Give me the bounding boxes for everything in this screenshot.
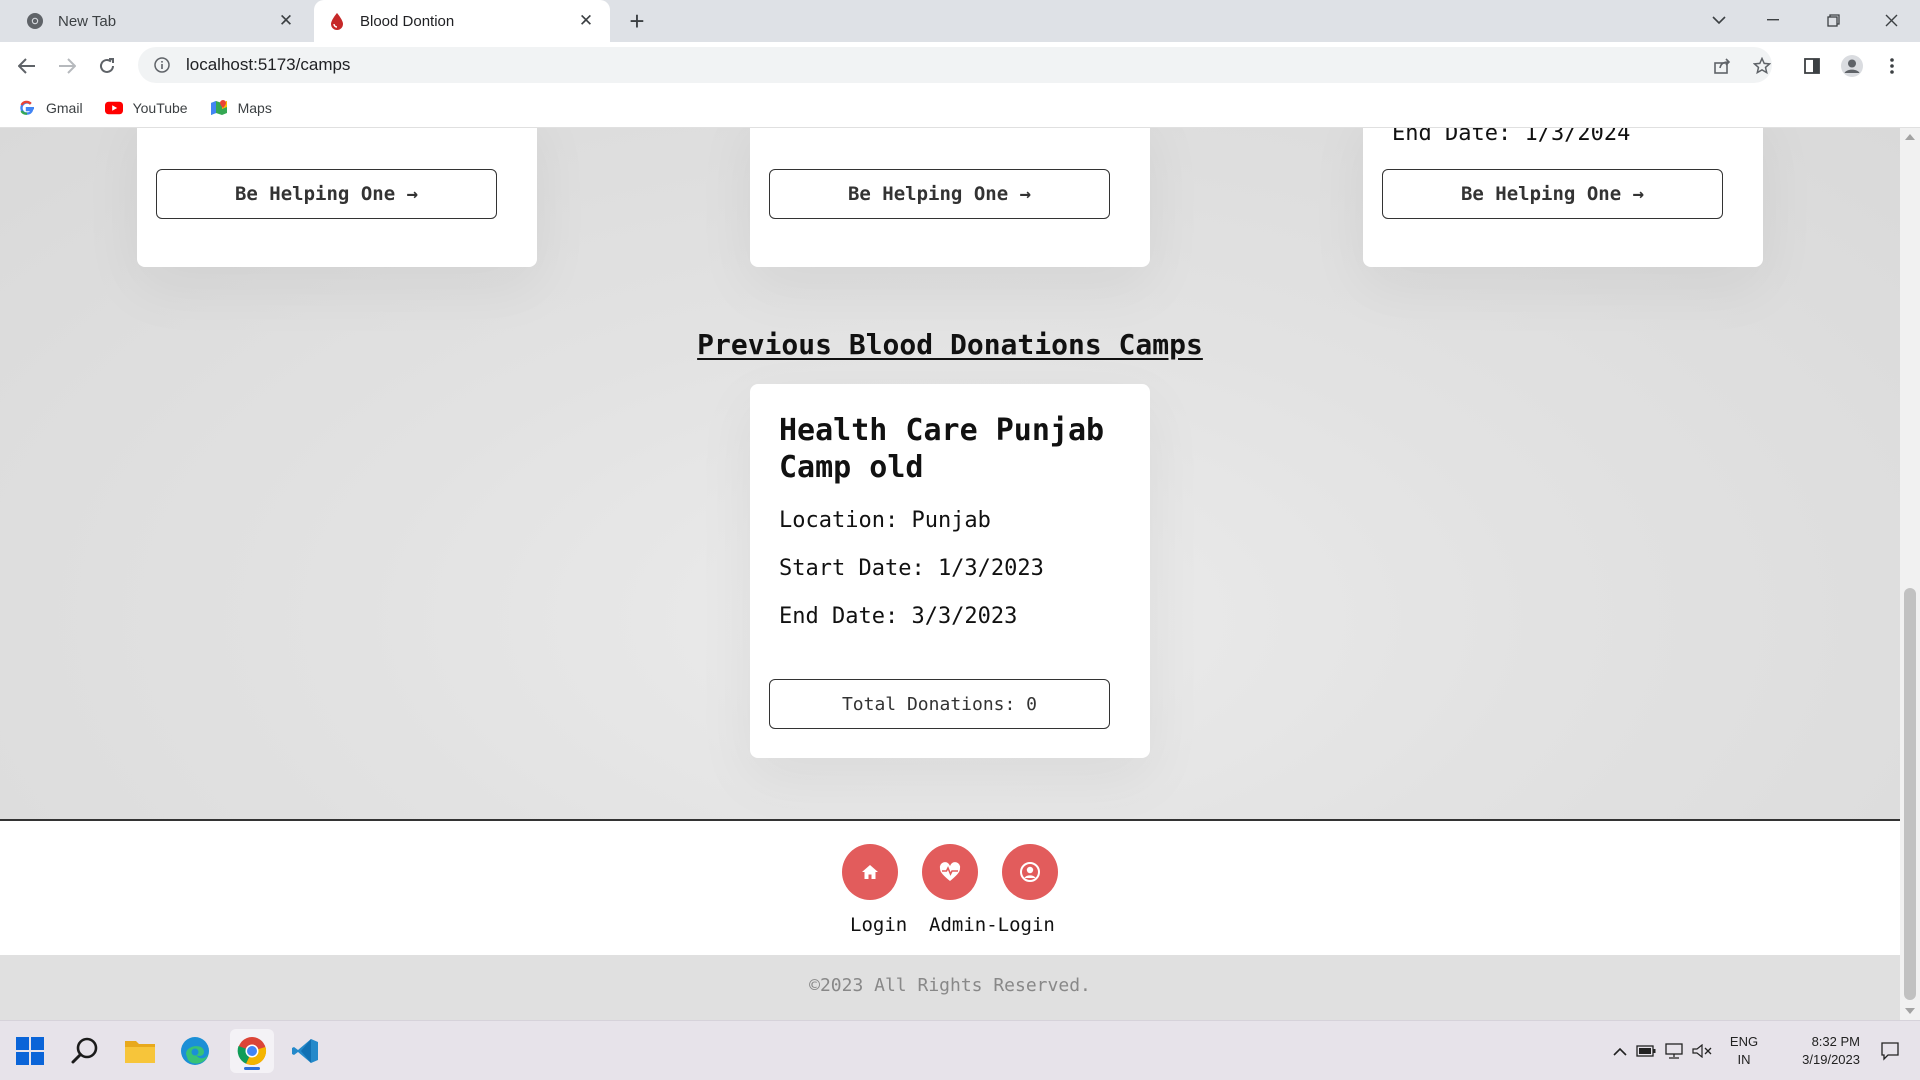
tab-new-tab[interactable]: New Tab ✕ [14,0,310,42]
restore-icon[interactable] [1806,0,1860,40]
copyright-text: ©2023 All Rights Reserved. [809,975,1091,996]
blood-drop-icon [328,12,346,30]
close-tab-icon[interactable]: ✕ [574,9,598,33]
bookmark-youtube[interactable]: YouTube [104,99,188,117]
tab-blood-dontion[interactable]: Blood Dontion ✕ [314,0,610,42]
section-title-text: Previous Blood Donations Camps [697,328,1203,361]
side-panel-icon[interactable] [1796,50,1828,82]
back-icon[interactable] [11,50,43,82]
page-scrollbar[interactable] [1900,128,1920,1020]
region-code: IN [1737,1052,1751,1067]
forward-icon[interactable] [51,50,83,82]
total-donations-button[interactable]: Total Donations: 0 [769,679,1110,729]
menu-kebab-icon[interactable] [1876,50,1908,82]
user-circle-icon[interactable] [1002,844,1058,900]
windows-taskbar: ENG IN 8:32 PM 3/19/2023 [0,1020,1920,1080]
maps-icon [210,99,228,117]
clock-date: 3/19/2023 [1802,1052,1860,1067]
address-bar[interactable]: localhost:5173/camps [138,47,1772,83]
profile-avatar-icon[interactable] [1836,50,1868,82]
clock-time: 8:32 PM [1811,1034,1860,1049]
heart-pulse-icon[interactable] [922,844,978,900]
file-explorer-icon[interactable] [120,1031,160,1071]
new-tab-button[interactable]: + [622,6,652,36]
page-viewport: Be Helping One → Be Helping One → End Da… [0,128,1900,1020]
site-footer: Login Admin-Login ©2023 All Rights Reser… [0,819,1900,1020]
edge-icon[interactable] [175,1031,215,1071]
tab-title: New Tab [58,12,117,30]
previous-camp-card: Health Care Punjab Camp old Location: Pu… [750,384,1150,758]
bookmark-label: Maps [237,99,272,116]
scrollbar-thumb[interactable] [1904,588,1916,1000]
camp-end-date: End Date: 3/3/2023 [779,604,1018,629]
close-window-icon[interactable] [1864,0,1918,40]
youtube-icon [104,99,123,117]
battery-icon[interactable] [1632,1045,1660,1057]
google-icon [18,99,36,117]
language-code: ENG [1729,1034,1759,1049]
footer-main: Login Admin-Login [0,821,1900,955]
be-helping-one-button[interactable]: Be Helping One → [769,169,1110,219]
bookmark-label: YouTube [132,99,188,116]
home-icon[interactable] [842,844,898,900]
login-link[interactable]: Login [850,914,907,936]
tab-title: Blood Dontion [360,12,455,30]
admin-login-link[interactable]: Admin-Login [929,914,1055,936]
footer-bottom: ©2023 All Rights Reserved. [0,955,1900,1020]
reload-icon[interactable] [91,50,123,82]
clock[interactable]: 8:32 PM 3/19/2023 [1770,1033,1860,1069]
minimize-icon[interactable] [1746,0,1800,40]
camp-start-date: Start Date: 1/3/2023 [779,556,1044,581]
close-tab-icon[interactable]: ✕ [274,9,298,33]
camp-location: Location: Punjab [779,508,991,533]
chevron-up-icon[interactable] [1608,1047,1632,1056]
camp-end-date: End Date: 1/3/2024 [1392,128,1631,146]
bookmark-star-icon[interactable] [1746,50,1778,82]
previous-camps-heading: Previous Blood Donations Camps [0,328,1900,361]
url-text: localhost:5173/camps [186,55,351,74]
language-indicator[interactable]: ENG IN [1722,1033,1766,1069]
chrome-taskbar-icon[interactable] [230,1029,274,1073]
system-tray: ENG IN 8:32 PM 3/19/2023 [1608,1021,1920,1080]
active-app-indicator [244,1067,260,1070]
network-icon[interactable] [1660,1043,1688,1059]
windows-start-icon[interactable] [10,1031,50,1071]
search-icon[interactable] [65,1031,105,1071]
tab-strip: New Tab ✕ Blood Dontion ✕ + [0,0,1920,42]
bookmark-gmail[interactable]: Gmail [18,99,83,117]
be-helping-one-button[interactable]: Be Helping One → [1382,169,1723,219]
camp-card: Be Helping One → [750,128,1150,267]
bookmark-label: Gmail [46,99,83,116]
share-icon[interactable] [1706,50,1738,82]
browser-toolbar: localhost:5173/camps [0,42,1920,88]
chrome-icon [26,12,44,30]
scroll-down-arrow-icon[interactable] [1905,1008,1915,1014]
scroll-up-arrow-icon[interactable] [1905,134,1915,140]
volume-muted-icon[interactable] [1688,1044,1716,1058]
bookmarks-bar: Gmail YouTube Maps [0,88,1920,128]
be-helping-one-button[interactable]: Be Helping One → [156,169,497,219]
camp-card: End Date: 1/3/2024 Be Helping One → [1363,128,1763,267]
camp-card: Be Helping One → [137,128,537,267]
tab-search-icon[interactable] [1692,0,1746,40]
camp-name: Health Care Punjab Camp old [779,413,1105,485]
bookmark-maps[interactable]: Maps [210,99,272,117]
vscode-icon[interactable] [285,1031,325,1071]
notification-icon[interactable] [1860,1041,1920,1061]
site-info-icon[interactable] [144,47,180,83]
